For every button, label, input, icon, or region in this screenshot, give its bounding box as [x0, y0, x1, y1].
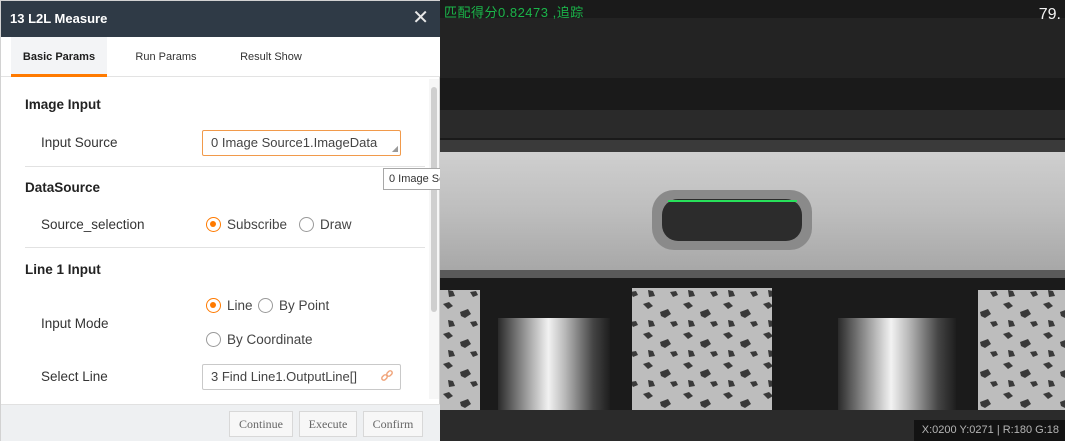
radio-draw-label: Draw — [320, 217, 352, 232]
radio-draw[interactable]: Draw — [299, 217, 352, 232]
execute-button[interactable]: Execute — [299, 411, 357, 437]
match-score-overlay: 匹配得分0.82473 ,追踪 — [444, 5, 584, 20]
scrollbar[interactable] — [429, 79, 439, 399]
overlay-value: 79. — [1038, 6, 1061, 23]
tab-result-show[interactable]: Result Show — [221, 37, 321, 77]
pixel-status-bar: X:0200 Y:0271 | R:180 G:18 — [913, 420, 1065, 441]
radio-line-label: Line — [227, 298, 253, 313]
radio-by-coordinate-label: By Coordinate — [227, 332, 313, 347]
radio-unselected-icon — [258, 298, 273, 313]
radio-subscribe[interactable]: Subscribe — [206, 217, 287, 232]
select-line-label: Select Line — [41, 369, 108, 384]
radio-selected-icon — [206, 298, 221, 313]
input-source-value: 0 Image Source1.ImageData — [211, 135, 378, 150]
source-selection-label: Source_selection — [41, 217, 145, 232]
dialog-titlebar[interactable]: 13 L2L Measure ✕ — [1, 1, 441, 37]
confirm-button[interactable]: Confirm — [363, 411, 423, 437]
section-data-source: DataSource — [25, 180, 101, 195]
dialog-title: 13 L2L Measure — [10, 11, 108, 26]
radio-selected-icon — [206, 217, 221, 232]
dialog-footer: Continue Execute Confirm — [1, 404, 441, 441]
divider — [25, 247, 425, 248]
resize-grip-icon: ◢ — [391, 144, 398, 153]
radio-line[interactable]: Line — [206, 298, 253, 313]
tab-run-params[interactable]: Run Params — [121, 37, 211, 77]
input-source-label: Input Source — [41, 135, 118, 150]
radio-by-point-label: By Point — [279, 298, 330, 313]
tab-basic-params[interactable]: Basic Params — [11, 37, 107, 77]
camera-image — [440, 0, 1065, 441]
image-viewer[interactable]: 匹配得分0.82473 ,追踪 79. X:0200 Y:0271 | R:18… — [440, 0, 1065, 441]
close-icon[interactable]: ✕ — [412, 7, 429, 29]
select-line-field[interactable]: 3 Find Line1.OutputLine[] — [202, 364, 401, 390]
input-mode-label: Input Mode — [41, 316, 109, 331]
scrollbar-thumb[interactable] — [431, 87, 437, 312]
continue-button[interactable]: Continue — [229, 411, 293, 437]
divider — [25, 166, 425, 167]
radio-by-coordinate[interactable]: By Coordinate — [206, 332, 313, 347]
link-icon[interactable] — [380, 369, 394, 386]
radio-unselected-icon — [206, 332, 221, 347]
tooltip: 0 Image Source1.ImageData — [383, 168, 445, 190]
input-source-field[interactable]: 0 Image Source1.ImageData ◢ — [202, 130, 401, 156]
radio-by-point[interactable]: By Point — [258, 298, 329, 313]
radio-subscribe-label: Subscribe — [227, 217, 288, 232]
tab-bar: Basic Params Run Params Result Show — [1, 37, 441, 77]
params-panel: Image Input Input Source 0 Image Source1… — [1, 78, 429, 402]
section-line1-input: Line 1 Input — [25, 262, 101, 277]
section-image-input: Image Input — [25, 97, 101, 112]
select-line-value: 3 Find Line1.OutputLine[] — [211, 369, 357, 384]
radio-unselected-icon — [299, 217, 314, 232]
measure-dialog: 13 L2L Measure ✕ Basic Params Run Params… — [0, 0, 441, 441]
